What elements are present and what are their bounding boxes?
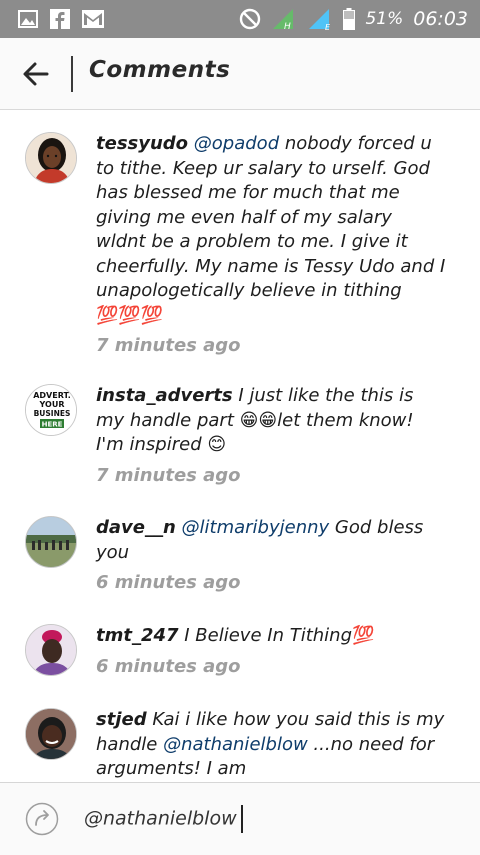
toolbar-divider [71, 56, 73, 92]
comment-mention[interactable]: @litmaribyjenny [182, 517, 330, 538]
comment-timestamp: 6 minutes ago [96, 655, 241, 677]
reply-button[interactable] [25, 802, 59, 836]
avatar[interactable] [25, 516, 77, 568]
gallery-icon [18, 10, 38, 28]
hundred-points-emoji: 💯💯💯 [96, 304, 164, 326]
status-bar: H E 51% 06:03 [0, 0, 480, 38]
comment-timestamp: 6 minutes ago [96, 572, 241, 593]
clock: 06:03 [413, 8, 468, 30]
comment-mention[interactable]: @opadod [194, 133, 279, 154]
hundred-points-emoji: 💯 [352, 625, 375, 646]
avatar[interactable] [25, 624, 77, 676]
reply-icon [25, 802, 59, 836]
comment-username[interactable]: insta_adverts [96, 385, 233, 406]
battery-percent: 51% [365, 9, 404, 29]
comment-username[interactable]: tmt_247 [96, 625, 179, 646]
svg-text:ADVERT.: ADVERT. [33, 391, 71, 400]
battery-icon [343, 8, 356, 30]
comment-timestamp: 7 minutes ago [96, 335, 241, 356]
comment-input-value: @nathanielblow [84, 807, 237, 830]
comment-input[interactable]: @nathanielblow [84, 805, 243, 833]
comment-username[interactable]: stjed [96, 709, 147, 730]
comment-text: stjed Kai i like how you said this is my… [96, 708, 446, 782]
comment-timestamp: 7 minutes ago [96, 464, 241, 486]
back-button[interactable] [20, 58, 52, 90]
comment-mention[interactable]: @nathanielblow [163, 734, 308, 755]
arrow-back-icon [23, 62, 49, 86]
comment-text: insta_adverts I just like the this is my… [96, 384, 446, 488]
facebook-icon [50, 9, 70, 29]
comment-username[interactable]: tessyudo [96, 133, 188, 154]
gmail-icon [82, 10, 104, 28]
comment-text: dave__n @litmaribyjenny God bless you 6 … [96, 516, 446, 596]
text-cursor [240, 805, 243, 833]
grinning-emoji: 😁😁 [239, 409, 278, 431]
comments-list[interactable]: tessyudo @opadod nobody forced u to tith… [0, 110, 480, 782]
avatar[interactable]: ADVERT. YOUR BUSINES HERE [25, 384, 77, 436]
comment-content: I Believe In Tithing [184, 625, 352, 646]
comment-input-bar: @nathanielblow [0, 782, 480, 855]
avatar[interactable] [25, 708, 77, 760]
toolbar: Comments [0, 38, 480, 110]
svg-text:E: E [325, 23, 331, 31]
page-title: Comments [89, 57, 231, 83]
svg-text:H: H [284, 22, 291, 31]
comment-text: tessyudo @opadod nobody forced u to tith… [96, 132, 446, 359]
svg-text:YOUR: YOUR [39, 400, 65, 409]
signal-icon-2: E [307, 7, 333, 31]
avatar[interactable] [25, 132, 77, 184]
svg-text:BUSINES: BUSINES [34, 409, 71, 418]
comment-content: nobody forced u to tithe. Keep ur salary… [96, 133, 446, 301]
svg-text:HERE: HERE [42, 421, 63, 429]
do-not-disturb-icon [239, 8, 261, 30]
signal-icon-1: H [271, 7, 297, 31]
comment-username[interactable]: dave__n [96, 517, 176, 538]
comment-text: tmt_247 I Believe In Tithing💯 6 minutes … [96, 624, 446, 679]
smiling-emoji: 😊 [207, 434, 227, 455]
